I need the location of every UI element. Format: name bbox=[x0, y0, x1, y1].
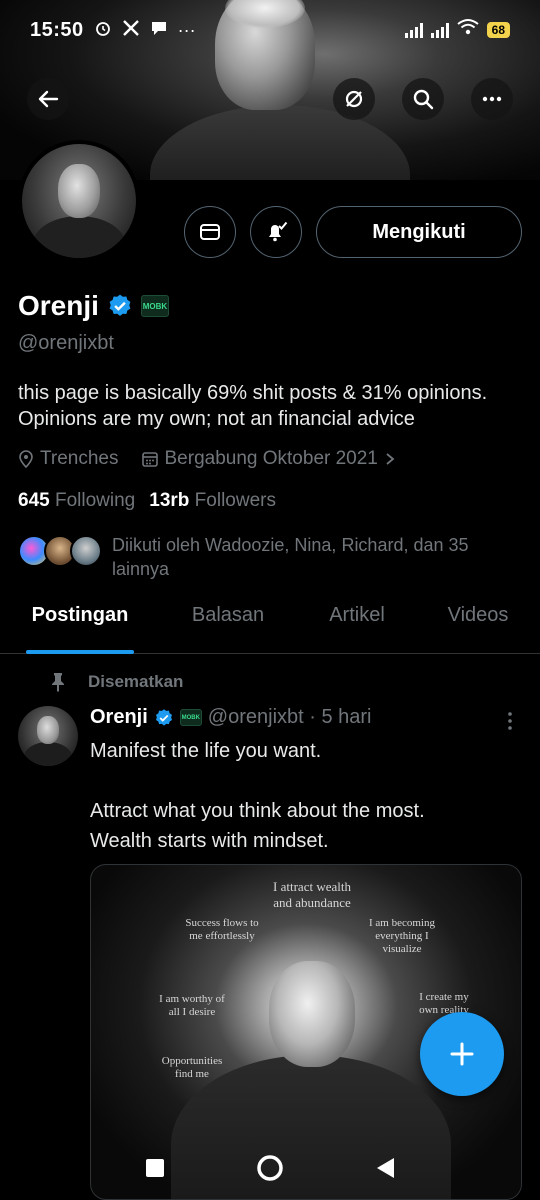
following-link[interactable]: 645 Following bbox=[18, 490, 135, 512]
verified-badge-icon bbox=[155, 708, 172, 726]
arrow-left-icon bbox=[38, 90, 59, 108]
followed-by[interactable]: Diikuti oleh Wadoozie, Nina, Richard, da… bbox=[18, 533, 522, 581]
more-notifications-icon: ··· bbox=[177, 19, 196, 40]
post-more-button[interactable] bbox=[506, 710, 514, 737]
follower-avatar bbox=[70, 535, 102, 567]
back-nav-button[interactable] bbox=[374, 1156, 396, 1185]
image-text: Opportunities find me bbox=[161, 1055, 223, 1080]
profile-location: Trenches bbox=[40, 448, 119, 469]
triangle-back-icon bbox=[376, 1157, 394, 1178]
affiliate-badge[interactable]: MOBK bbox=[140, 295, 169, 317]
tab-balasan[interactable]: Balasan bbox=[186, 596, 270, 653]
alarm-icon bbox=[94, 19, 112, 42]
bell-check-icon bbox=[269, 221, 288, 242]
battery-icon: 68 bbox=[486, 22, 510, 38]
post-author-avatar[interactable] bbox=[18, 706, 78, 766]
notification-button[interactable] bbox=[250, 206, 302, 258]
profile-stats: 645 Following 13rb Followers bbox=[18, 490, 276, 512]
profile-name: Orenji bbox=[18, 290, 99, 321]
more-icon bbox=[482, 96, 502, 102]
verified-badge-icon[interactable] bbox=[107, 293, 133, 319]
status-bar: 15:50 ··· 68 bbox=[0, 0, 540, 60]
avatar bbox=[22, 144, 136, 258]
notifications-off-button[interactable] bbox=[333, 78, 375, 120]
more-vertical-icon bbox=[508, 712, 512, 730]
chevron-right-icon[interactable] bbox=[384, 452, 396, 466]
more-button[interactable] bbox=[471, 78, 513, 120]
home-circle-icon bbox=[257, 1154, 283, 1181]
chat-icon bbox=[150, 19, 168, 42]
image-text: Success flows to me effortlessly bbox=[185, 917, 259, 942]
signal-2-icon bbox=[430, 22, 449, 38]
profile-bio: this page is basically 69% shit posts & … bbox=[18, 382, 488, 430]
pin-icon bbox=[52, 673, 64, 692]
image-text: I am worthy of all I desire bbox=[159, 993, 225, 1018]
post-meta: @orenjixbt · 5 hari bbox=[207, 706, 372, 728]
status-time: 15:50 bbox=[30, 18, 84, 41]
location-icon bbox=[19, 450, 33, 468]
x-logo-icon bbox=[122, 19, 140, 42]
post-text: Manifest the life you want. Attract what… bbox=[90, 740, 425, 852]
pinned-label: Disematkan bbox=[88, 672, 184, 691]
tab-postingan[interactable]: Postingan bbox=[26, 596, 134, 654]
no-notification-icon bbox=[345, 90, 363, 108]
system-nav-bar bbox=[0, 1140, 540, 1200]
followers-link[interactable]: 13rb Followers bbox=[149, 490, 276, 512]
home-button[interactable] bbox=[255, 1153, 285, 1188]
tab-videos[interactable]: Videos bbox=[442, 596, 514, 653]
search-button[interactable] bbox=[402, 78, 444, 120]
post-header: Orenji MOBK @orenjixbt · 5 hari bbox=[90, 706, 372, 729]
calendar-icon bbox=[141, 452, 158, 467]
tab-artikel[interactable]: Artikel bbox=[322, 596, 392, 653]
affiliate-badge: MOBK bbox=[179, 709, 202, 726]
recents-button[interactable] bbox=[144, 1157, 166, 1184]
profile-meta: Trenches Bergabung Oktober 2021 bbox=[18, 448, 396, 470]
compose-button[interactable] bbox=[420, 1012, 504, 1096]
search-icon bbox=[413, 89, 434, 110]
profile-name-row: Orenji MOBK bbox=[18, 290, 169, 322]
image-text: I attract wealth and abundance bbox=[273, 879, 351, 910]
followed-by-text: Diikuti oleh Wadoozie, Nina, Richard, da… bbox=[112, 535, 469, 579]
back-button[interactable] bbox=[27, 78, 69, 120]
wifi-icon bbox=[457, 18, 479, 42]
mail-icon bbox=[200, 224, 220, 240]
image-text: I am becoming everything I visualize bbox=[369, 917, 435, 955]
following-button[interactable]: Mengikuti bbox=[316, 206, 522, 258]
profile-avatar[interactable] bbox=[18, 140, 140, 262]
plus-icon bbox=[450, 1042, 474, 1066]
profile-joined: Bergabung Oktober 2021 bbox=[164, 448, 378, 469]
profile-handle: @orenjixbt bbox=[18, 332, 114, 354]
post-author-name[interactable]: Orenji bbox=[90, 706, 148, 729]
signal-icon bbox=[404, 22, 423, 38]
square-icon bbox=[146, 1158, 165, 1177]
banner-figure-body bbox=[150, 105, 410, 180]
profile-tabs: Postingan Balasan Artikel Videos bbox=[0, 596, 540, 654]
follower-avatars bbox=[18, 533, 102, 569]
message-button[interactable] bbox=[184, 206, 236, 258]
pinned-label-row: Disematkan bbox=[50, 672, 183, 692]
